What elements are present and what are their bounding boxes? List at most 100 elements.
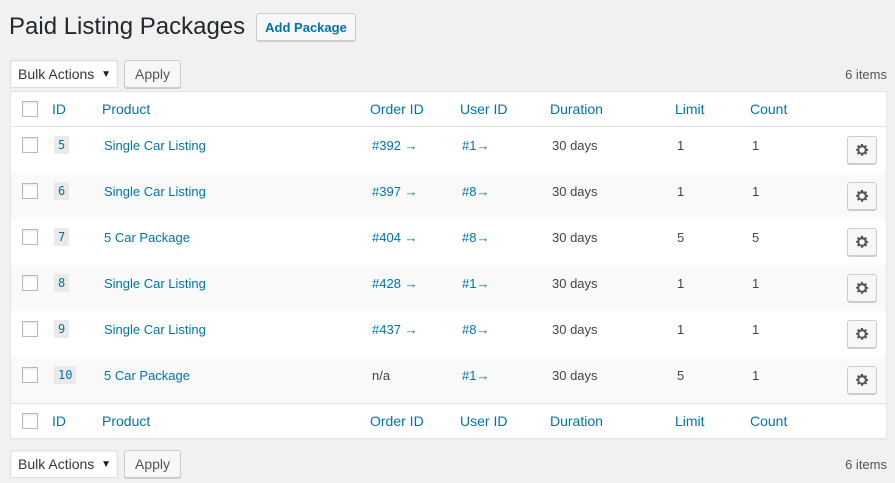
column-footer-limit[interactable]: Limit: [675, 404, 705, 438]
apply-button-bottom[interactable]: Apply: [124, 450, 182, 478]
package-id[interactable]: 8: [54, 274, 70, 292]
order-id[interactable]: #428 →: [372, 260, 418, 306]
packages-table: ID Product Order ID User ID Duration Lim…: [10, 91, 887, 439]
table-footer-row: ID Product Order ID User ID Duration Lim…: [11, 403, 886, 438]
limit: 1: [677, 183, 685, 199]
column-header-duration[interactable]: Duration: [550, 92, 603, 126]
limit: 1: [677, 137, 685, 153]
package-id[interactable]: 9: [54, 320, 70, 338]
row-actions-button[interactable]: [847, 182, 877, 210]
page-header: Paid Listing Packages Add Package: [9, 12, 356, 42]
user-id-link[interactable]: #1→: [462, 260, 489, 306]
row-actions-button[interactable]: [847, 274, 877, 302]
table-row: 6 Single Car Listing #397 → #8→ 30 days 1 1: [11, 173, 886, 219]
gear-icon: [854, 280, 870, 296]
count: 1: [752, 183, 760, 199]
select-all-checkbox-footer[interactable]: [22, 413, 38, 429]
count: 1: [752, 321, 760, 337]
row-actions-button[interactable]: [847, 366, 877, 394]
column-footer-count[interactable]: Count: [750, 404, 787, 438]
column-footer-duration[interactable]: Duration: [550, 404, 603, 438]
duration: 30 days: [552, 229, 598, 245]
user-id-link[interactable]: #8→: [462, 168, 489, 214]
column-footer-product[interactable]: Product: [102, 404, 150, 438]
column-footer-user-id[interactable]: User ID: [460, 404, 507, 438]
items-count: 6 items: [845, 66, 887, 82]
table-row: 9 Single Car Listing #437 → #8→ 30 days 1 1: [11, 311, 886, 357]
row-actions-button[interactable]: [847, 228, 877, 256]
row-actions-button[interactable]: [847, 136, 877, 164]
tablenav-top: Bulk Actions ▼ Apply 6 items: [10, 60, 887, 88]
column-footer-order-id[interactable]: Order ID: [370, 404, 424, 438]
duration: 30 days: [552, 183, 598, 199]
package-id[interactable]: 6: [54, 182, 70, 200]
product-link[interactable]: 5 Car Package: [104, 352, 190, 398]
table-row: 8 Single Car Listing #428 → #1→ 30 days 1 1: [11, 265, 886, 311]
order-id[interactable]: #397 →: [372, 168, 418, 214]
caret-down-icon: ▼: [101, 458, 111, 470]
table-row: 5 Single Car Listing #392 → #1→ 30 days 1 1: [11, 127, 886, 173]
order-id[interactable]: #404 →: [372, 214, 418, 260]
product-link[interactable]: Single Car Listing: [104, 306, 206, 352]
apply-button[interactable]: Apply: [124, 60, 182, 88]
column-header-count[interactable]: Count: [750, 92, 787, 126]
user-id-link[interactable]: #8→: [462, 214, 489, 260]
add-package-button[interactable]: Add Package: [256, 13, 356, 41]
column-footer-id[interactable]: ID: [52, 404, 66, 438]
page-title: Paid Listing Packages: [9, 13, 246, 40]
count: 1: [752, 137, 760, 153]
row-checkbox[interactable]: [22, 137, 38, 153]
column-header-order-id[interactable]: Order ID: [370, 92, 424, 126]
bulk-actions-select[interactable]: Bulk Actions ▼: [10, 60, 118, 88]
column-header-id[interactable]: ID: [52, 92, 66, 126]
limit: 5: [677, 367, 685, 383]
row-checkbox[interactable]: [22, 275, 38, 291]
duration: 30 days: [552, 367, 598, 383]
product-link[interactable]: Single Car Listing: [104, 168, 206, 214]
items-count-bottom: 6 items: [845, 456, 887, 472]
duration: 30 days: [552, 275, 598, 291]
table-row: 75 Car Package #404 → #8→ 30 days 5 5: [11, 219, 886, 265]
gear-icon: [854, 188, 870, 204]
limit: 1: [677, 275, 685, 291]
column-header-user-id[interactable]: User ID: [460, 92, 507, 126]
count: 1: [752, 367, 760, 383]
gear-icon: [854, 372, 870, 388]
row-checkbox[interactable]: [22, 321, 38, 337]
row-actions-button[interactable]: [847, 320, 877, 348]
bulk-actions-label: Bulk Actions: [18, 456, 95, 472]
limit: 5: [677, 229, 685, 245]
column-header-limit[interactable]: Limit: [675, 92, 705, 126]
order-id[interactable]: #437 →: [372, 306, 418, 352]
row-checkbox[interactable]: [22, 183, 38, 199]
table-row: 10 5 Car Package n/a #1→ 30 days 5 1: [11, 357, 886, 403]
package-id[interactable]: 7: [54, 228, 70, 246]
select-all-checkbox[interactable]: [22, 101, 38, 117]
gear-icon: [854, 326, 870, 342]
product-link[interactable]: 5 Car Package: [104, 214, 190, 260]
package-id[interactable]: 5: [54, 136, 70, 154]
column-header-product[interactable]: Product: [102, 92, 150, 126]
order-id: n/a: [372, 367, 391, 383]
user-id-link[interactable]: #8→: [462, 306, 489, 352]
count: 5: [752, 229, 760, 245]
duration: 30 days: [552, 321, 598, 337]
order-id[interactable]: #392 →: [372, 122, 418, 168]
product-link[interactable]: Single Car Listing: [104, 122, 206, 168]
package-id[interactable]: 10: [54, 366, 77, 384]
product-link[interactable]: Single Car Listing: [104, 260, 206, 306]
tablenav-bottom: Bulk Actions ▼ Apply 6 items: [10, 450, 887, 478]
duration: 30 days: [552, 137, 598, 153]
bulk-actions-label: Bulk Actions: [18, 66, 95, 82]
user-id-link[interactable]: #1→: [462, 352, 489, 398]
user-id-link[interactable]: #1→: [462, 122, 489, 168]
gear-icon: [854, 142, 870, 158]
caret-down-icon: ▼: [101, 68, 111, 80]
row-checkbox[interactable]: [22, 367, 38, 383]
limit: 1: [677, 321, 685, 337]
gear-icon: [854, 234, 870, 250]
count: 1: [752, 275, 760, 291]
row-checkbox[interactable]: [22, 229, 38, 245]
table-body: 5 Single Car Listing #392 → #1→ 30 days 1 1 6 Si…: [11, 127, 886, 403]
bulk-actions-select-bottom[interactable]: Bulk Actions ▼: [10, 450, 118, 478]
